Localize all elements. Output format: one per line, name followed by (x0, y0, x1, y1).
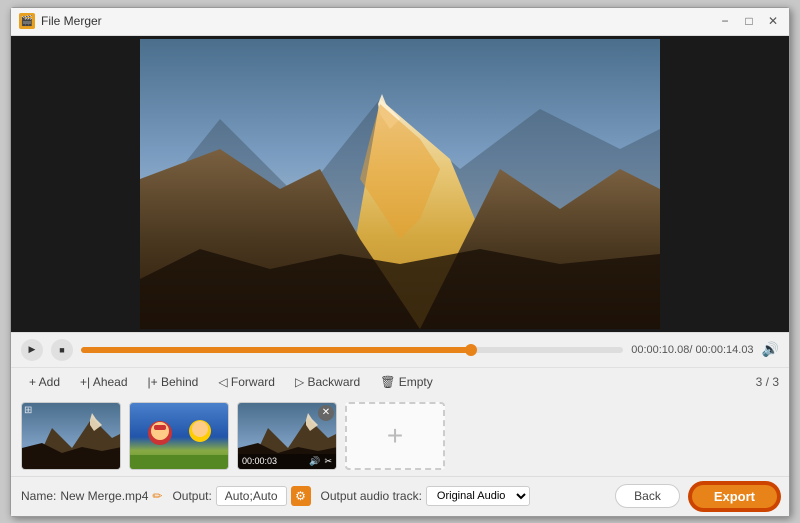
file-name: New Merge.mp4 (60, 489, 148, 503)
name-label: Name: (21, 489, 56, 503)
add-clip-button[interactable]: + (345, 402, 445, 470)
output-settings-button[interactable]: ⚙ (291, 486, 311, 506)
empty-button[interactable]: 🗑 Empty (372, 372, 441, 392)
add-label: + Add (29, 375, 60, 389)
app-icon: 🎬 (19, 13, 35, 29)
empty-label: 🗑 Empty (380, 375, 433, 389)
clip-icons: 🔊 ✂ (309, 456, 332, 467)
video-canvas (140, 39, 660, 329)
clip-close-button[interactable]: ✕ (318, 405, 334, 421)
add-button[interactable]: + Add (21, 372, 68, 392)
back-button[interactable]: Back (615, 484, 680, 508)
page-indicator: 3 / 3 (756, 375, 779, 389)
time-display: 00:00:10.08/ 00:00:14.03 (631, 344, 753, 356)
maximize-button[interactable]: □ (741, 13, 757, 29)
behind-label: |+ Behind (148, 375, 199, 389)
playback-controls: ▶ ■ 00:00:10.08/ 00:00:14.03 🔊 (11, 332, 789, 367)
output-section: Output: Auto;Auto ⚙ (172, 486, 310, 506)
behind-button[interactable]: |+ Behind (140, 372, 207, 392)
forward-label: ◁ Forward (218, 375, 275, 389)
backward-label: ▷ Backward (295, 375, 360, 389)
clip-3[interactable]: ✕ 00:00:03 🔊 ✂ (237, 402, 337, 470)
stop-button[interactable]: ■ (51, 339, 73, 361)
clip-row: ⊞ (11, 396, 789, 476)
toolbar: + Add +| Ahead |+ Behind ◁ Forward ▷ Bac… (11, 367, 789, 396)
progress-fill (81, 347, 471, 353)
cut-icon: ✂ (324, 456, 332, 467)
grid-icon: ⊞ (24, 405, 32, 416)
ahead-label: +| Ahead (80, 375, 128, 389)
close-button[interactable]: ✕ (765, 13, 781, 29)
volume-icon[interactable]: 🔊 (762, 341, 779, 358)
minimize-button[interactable]: − (717, 13, 733, 29)
progress-bar[interactable] (81, 347, 623, 353)
output-label: Output: (172, 489, 211, 503)
video-preview (11, 36, 789, 332)
edit-name-icon[interactable]: ✏ (152, 489, 162, 503)
clip-1[interactable]: ⊞ (21, 402, 121, 470)
output-value: Auto;Auto (216, 486, 287, 506)
audio-icon: 🔊 (309, 456, 320, 467)
window-title: File Merger (41, 14, 717, 28)
clip-2[interactable] (129, 402, 229, 470)
audio-track-select[interactable]: Original Audio (426, 486, 530, 506)
clip-overlay: 00:00:03 🔊 ✂ (238, 454, 336, 469)
main-window: 🎬 File Merger − □ ✕ (10, 7, 790, 517)
file-name-section: Name: New Merge.mp4 ✏ (21, 489, 162, 503)
export-button[interactable]: Export (690, 483, 779, 510)
video-frame (140, 39, 660, 329)
audio-label: Output audio track: (321, 489, 422, 503)
progress-thumb[interactable] (465, 344, 477, 356)
play-button[interactable]: ▶ (21, 339, 43, 361)
ahead-button[interactable]: +| Ahead (72, 372, 136, 392)
titlebar: 🎬 File Merger − □ ✕ (11, 8, 789, 36)
bottom-bar: Name: New Merge.mp4 ✏ Output: Auto;Auto … (11, 476, 789, 516)
backward-button[interactable]: ▷ Backward (287, 372, 368, 392)
clip-duration: 00:00:03 (242, 456, 277, 466)
audio-section: Output audio track: Original Audio (321, 486, 530, 506)
forward-button[interactable]: ◁ Forward (210, 372, 283, 392)
window-controls: − □ ✕ (717, 13, 781, 29)
